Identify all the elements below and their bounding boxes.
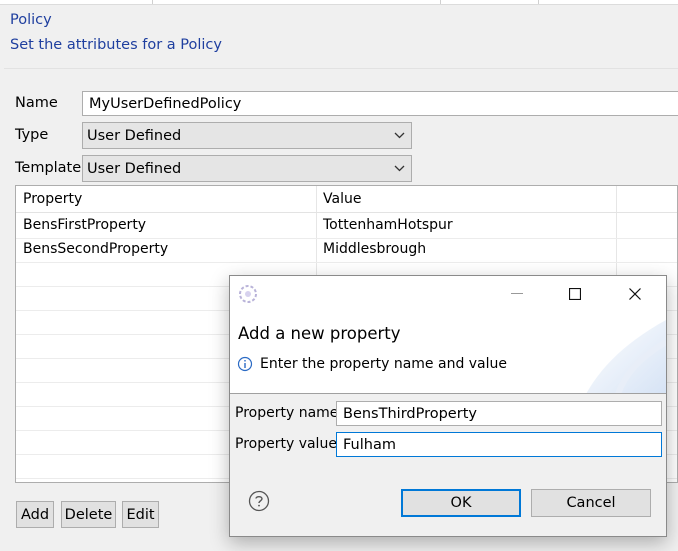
app-icon <box>239 285 257 303</box>
banner-graphic <box>586 320 666 394</box>
property-value-label: Property value <box>235 436 337 452</box>
dialog-title: Add a new property <box>238 324 401 343</box>
column-header-value[interactable]: Value <box>323 191 361 207</box>
cancel-button[interactable]: Cancel <box>531 489 651 517</box>
edit-button[interactable]: Edit <box>122 501 159 528</box>
template-select[interactable]: User Defined <box>82 155 412 182</box>
value-cell: TottenhamHotspur <box>323 217 453 233</box>
property-value-value: Fulham <box>343 436 396 453</box>
dialog-body: Property name BensThirdProperty Property… <box>230 394 666 536</box>
ok-button[interactable]: OK <box>401 489 521 517</box>
top-toolbar-strip <box>0 0 678 5</box>
add-button[interactable]: Add <box>16 501 54 528</box>
help-icon[interactable] <box>248 490 270 512</box>
table-header: Property Value <box>16 186 677 213</box>
add-property-dialog: Add a new property Enter the property na… <box>229 275 667 537</box>
name-input[interactable]: MyUserDefinedPolicy <box>82 91 678 116</box>
table-row[interactable]: BensFirstProperty TottenhamHotspur <box>16 214 677 239</box>
template-select-value: User Defined <box>87 160 182 177</box>
type-select-value: User Defined <box>87 127 182 144</box>
toolbar-divider <box>440 0 441 4</box>
template-label: Template <box>15 160 82 176</box>
toolbar-divider <box>538 0 539 4</box>
close-icon <box>629 288 641 300</box>
page-description: Set the attributes for a Policy <box>10 37 222 53</box>
minimize-button[interactable] <box>494 276 540 312</box>
dialog-header: Add a new property Enter the property na… <box>230 312 666 394</box>
property-value-input[interactable]: Fulham <box>336 432 662 457</box>
header-separator <box>4 68 678 69</box>
dialog-titlebar[interactable] <box>230 276 666 312</box>
page-title: Policy <box>10 12 52 28</box>
property-cell: BensFirstProperty <box>23 217 147 233</box>
info-icon <box>237 356 253 372</box>
dialog-message: Enter the property name and value <box>260 356 508 372</box>
maximize-button[interactable] <box>552 276 598 312</box>
maximize-icon <box>569 288 581 300</box>
close-button[interactable] <box>612 276 658 312</box>
type-label: Type <box>15 127 49 143</box>
name-label: Name <box>15 95 58 111</box>
table-row[interactable]: BensSecondProperty Middlesbrough <box>16 238 677 263</box>
minimize-icon <box>511 293 523 294</box>
property-cell: BensSecondProperty <box>23 241 169 257</box>
value-cell: Middlesbrough <box>323 241 427 257</box>
property-name-value: BensThirdProperty <box>343 405 477 422</box>
toolbar-divider <box>152 0 153 4</box>
column-header-property[interactable]: Property <box>23 191 82 207</box>
property-name-label: Property name <box>235 405 339 421</box>
delete-button[interactable]: Delete <box>61 501 116 528</box>
property-name-input[interactable]: BensThirdProperty <box>336 401 662 426</box>
chevron-down-icon <box>394 165 405 172</box>
chevron-down-icon <box>394 132 405 139</box>
name-input-value: MyUserDefinedPolicy <box>89 95 242 112</box>
type-select[interactable]: User Defined <box>82 122 412 149</box>
